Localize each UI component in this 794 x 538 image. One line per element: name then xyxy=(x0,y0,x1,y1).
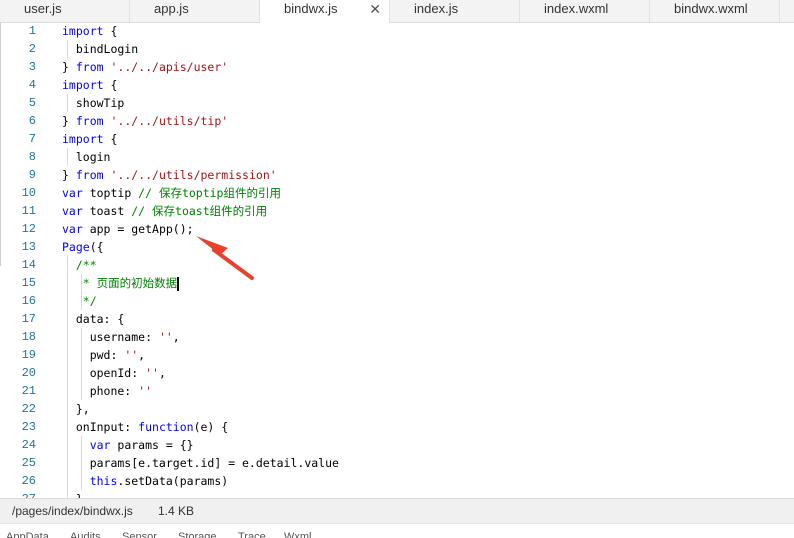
tab-index-js[interactable]: index.js xyxy=(390,0,520,22)
tab-user-js[interactable]: user.js xyxy=(0,0,130,22)
editor-tab-bar: user.js app.js bindwx.js ✕ index.js index.wxm… xyxy=(0,0,794,23)
devtools-panel-tabs: AppData Audits Sensor Storage Trace Wxml xyxy=(0,523,794,538)
status-bar: /pages/index/bindwx.js 1.4 KB xyxy=(0,498,794,523)
close-icon[interactable]: ✕ xyxy=(369,0,381,18)
editor-left-border xyxy=(0,22,1,266)
tab-label: index.wxml xyxy=(544,1,609,16)
tab-label: index.js xyxy=(414,1,459,16)
tab-index-wxml[interactable]: index.wxml xyxy=(520,0,650,22)
tab-label: app.js xyxy=(154,1,189,16)
annotation-arrow xyxy=(196,236,254,280)
tab-bindwx-js[interactable]: bindwx.js ✕ xyxy=(260,0,390,23)
tab-label: bindwx.js xyxy=(284,1,338,16)
arrow-shaft xyxy=(212,248,254,280)
tab-label: bindwx.wxml xyxy=(674,1,748,16)
tab-bindwx-wxml[interactable]: bindwx.wxml xyxy=(650,0,780,22)
file-path: /pages/index/bindwx.js xyxy=(12,504,133,518)
tab-app-js[interactable]: app.js xyxy=(130,0,260,22)
code-editor[interactable]: 1 import {2 bindLogin 3} from '../../apis/… xyxy=(0,22,794,498)
tab-label: user.js xyxy=(24,1,62,16)
file-size: 1.4 KB xyxy=(158,504,195,518)
arrow-head xyxy=(196,236,228,255)
